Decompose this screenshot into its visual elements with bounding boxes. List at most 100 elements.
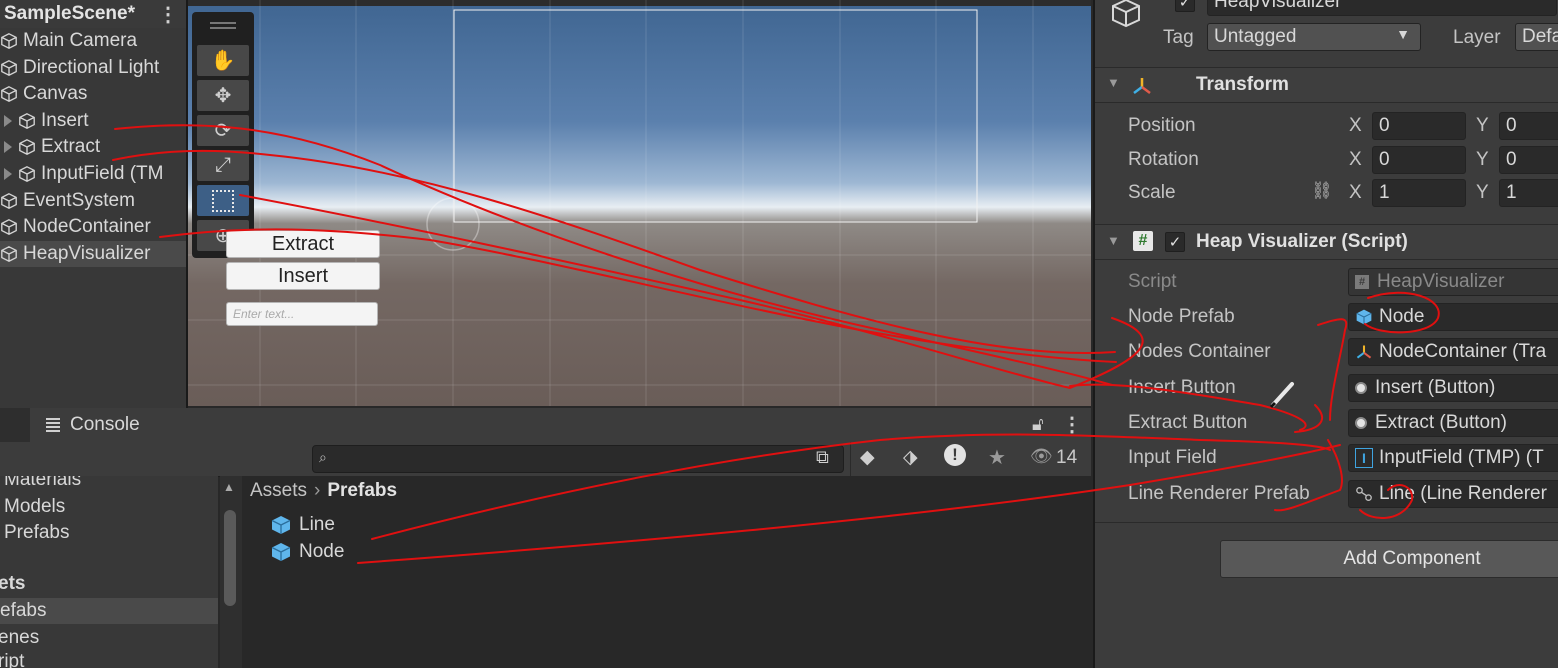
prefab-icon bbox=[1355, 308, 1379, 326]
x-axis-label[interactable]: X bbox=[1349, 182, 1362, 204]
scene-tools-overlay: ✋ ✥ ⟳ ⤢ ⊕ bbox=[192, 12, 254, 258]
warning-filter-icon[interactable]: ! bbox=[944, 444, 966, 466]
transform-x-field[interactable]: 0 bbox=[1372, 146, 1466, 174]
folder-item[interactable]: Materials bbox=[4, 476, 81, 493]
transform-y-field[interactable]: 1 bbox=[1499, 179, 1558, 207]
constrain-proportions-icon[interactable]: ⛓︎ bbox=[1311, 181, 1333, 201]
y-axis-label[interactable]: Y bbox=[1476, 182, 1489, 204]
asset-label: Line bbox=[299, 514, 335, 535]
folder-item[interactable]: efabs bbox=[0, 598, 218, 624]
asset-item[interactable]: Node bbox=[270, 539, 344, 565]
tag-dropdown[interactable]: Untagged ▼ bbox=[1207, 23, 1421, 51]
expand-arrow-icon[interactable] bbox=[4, 141, 12, 154]
transform-x-field[interactable]: 0 bbox=[1372, 112, 1466, 140]
scene-view[interactable] bbox=[188, 0, 1091, 406]
object-reference-field[interactable]: Extract (Button) bbox=[1348, 409, 1558, 437]
folder-scroll-thumb[interactable] bbox=[224, 510, 236, 606]
object-reference-field[interactable]: Line (Line Renderer bbox=[1348, 480, 1558, 508]
console-tab[interactable]: Console bbox=[36, 408, 140, 442]
hierarchy-item[interactable]: HeapVisualizer bbox=[0, 240, 186, 267]
scale-tool-button[interactable]: ⤢ bbox=[197, 150, 249, 181]
hierarchy-item-label: Main Camera bbox=[23, 30, 138, 51]
scroll-up-arrow-icon[interactable]: ▲ bbox=[223, 480, 235, 494]
script-component-header[interactable]: ▼ # ✓ Heap Visualizer (Script) bbox=[1095, 224, 1558, 260]
hierarchy-item[interactable]: NodeContainer bbox=[0, 214, 186, 240]
x-axis-label[interactable]: X bbox=[1349, 115, 1362, 137]
expand-arrow-icon[interactable] bbox=[4, 168, 12, 180]
collapse-arrow-icon[interactable]: ▼ bbox=[1107, 233, 1120, 248]
scene-input-placeholder: Enter text... bbox=[233, 307, 295, 321]
console-icon bbox=[46, 418, 60, 432]
y-axis-label[interactable]: Y bbox=[1476, 115, 1489, 137]
asset-item[interactable]: Line bbox=[270, 512, 335, 538]
hierarchy-item[interactable]: InputField (TM bbox=[0, 161, 186, 187]
expand-arrow-icon[interactable] bbox=[4, 114, 12, 127]
object-reference-value: HeapVisualizer bbox=[1377, 271, 1505, 292]
hierarchy-item-label: NodeContainer bbox=[23, 216, 151, 238]
gameobject-icon bbox=[1, 245, 17, 262]
object-reference-field[interactable]: Node bbox=[1348, 303, 1558, 331]
folder-label: ets bbox=[0, 573, 26, 594]
active-checkbox[interactable]: ✓ bbox=[1175, 0, 1195, 12]
layer-dropdown[interactable]: Defa bbox=[1515, 23, 1558, 51]
transform-row-label: Scale bbox=[1128, 182, 1176, 203]
object-reference-value: Insert (Button) bbox=[1375, 377, 1496, 398]
favorite-star-icon[interactable]: ★ bbox=[988, 445, 1006, 470]
hierarchy-item[interactable]: Extract bbox=[0, 134, 186, 160]
script-field-label: Line Renderer Prefab bbox=[1128, 483, 1310, 504]
folder-item[interactable]: Prefabs bbox=[4, 520, 69, 546]
object-reference-value: Extract (Button) bbox=[1375, 412, 1507, 433]
breadcrumb-prefabs[interactable]: Prefabs bbox=[327, 480, 397, 502]
object-name-field[interactable]: HeapVisualizer bbox=[1207, 0, 1557, 16]
scene-menu-icon[interactable]: ⋮ bbox=[158, 2, 178, 27]
breadcrumb-assets[interactable]: Assets bbox=[250, 480, 307, 502]
lock-icon[interactable]: 🔓︎ bbox=[1032, 414, 1044, 435]
transform-y-field[interactable]: 0 bbox=[1499, 146, 1558, 174]
y-axis-label[interactable]: Y bbox=[1476, 149, 1489, 171]
x-axis-label[interactable]: X bbox=[1349, 149, 1362, 171]
object-reference-field[interactable]: Insert (Button) bbox=[1348, 374, 1558, 402]
panel-menu-icon[interactable]: ⋮ bbox=[1062, 412, 1082, 437]
toolbar-drag-handle[interactable] bbox=[210, 22, 236, 24]
transform-row-label: Position bbox=[1128, 115, 1196, 136]
folder-item[interactable]: enes bbox=[0, 625, 39, 651]
script-enabled-checkbox[interactable]: ✓ bbox=[1165, 232, 1185, 252]
folder-item[interactable]: Models bbox=[4, 494, 65, 520]
hierarchy-item[interactable]: Insert bbox=[0, 108, 186, 134]
label-icon[interactable]: ⬗ bbox=[903, 446, 918, 469]
folder-item[interactable]: ets bbox=[0, 571, 25, 597]
hierarchy-item[interactable]: Canvas bbox=[0, 81, 186, 107]
object-reference-field[interactable]: I InputField (TMP) (T bbox=[1348, 444, 1558, 472]
project-search-input[interactable]: ⌕ bbox=[312, 445, 844, 473]
hidden-packages-eye-icon[interactable]: 👁︎ bbox=[1030, 446, 1053, 467]
scene-input-field[interactable]: Enter text... bbox=[226, 302, 378, 326]
hierarchy-item[interactable]: Directional Light bbox=[0, 55, 186, 81]
hierarchy-item[interactable]: Main Camera bbox=[0, 28, 186, 54]
rotate-tool-button[interactable]: ⟳ bbox=[197, 115, 249, 146]
hand-icon: ✋ bbox=[210, 50, 236, 72]
filter-by-type-icon[interactable]: ◆ bbox=[860, 446, 875, 469]
transform-header[interactable]: ▼ Transform bbox=[1095, 67, 1558, 103]
transform-y-field[interactable]: 0 bbox=[1499, 112, 1558, 140]
breadcrumb-chevron-icon: › bbox=[314, 480, 321, 501]
move-tool-button[interactable]: ✥ bbox=[197, 80, 249, 111]
add-component-button[interactable]: Add Component bbox=[1220, 540, 1558, 578]
transform-x-field[interactable]: 1 bbox=[1372, 179, 1466, 207]
hierarchy-scene-header[interactable]: SampleScene* ⋮ bbox=[0, 0, 186, 28]
folder-scrollbar[interactable]: ▲ bbox=[220, 476, 242, 668]
scene-extract-button[interactable]: Extract bbox=[226, 230, 380, 258]
hierarchy-item[interactable]: EventSystem bbox=[0, 188, 186, 214]
hierarchy-item-label: Extract bbox=[41, 136, 101, 158]
hand-tool-button[interactable]: ✋ bbox=[197, 45, 249, 76]
rect-tool-button[interactable] bbox=[197, 185, 249, 216]
scene-insert-label: Insert bbox=[277, 264, 329, 287]
object-reference-field[interactable]: NodeContainer (Tra bbox=[1348, 338, 1558, 366]
search-by-type-icon[interactable]: ⧉ bbox=[816, 447, 829, 468]
hierarchy-item-label: InputField (TM bbox=[41, 163, 164, 184]
collapse-arrow-icon[interactable]: ▼ bbox=[1107, 75, 1120, 90]
object-icon bbox=[1355, 382, 1375, 394]
project-tab-stub[interactable] bbox=[0, 408, 30, 442]
scene-insert-button[interactable]: Insert bbox=[226, 262, 380, 290]
folder-item[interactable]: ript bbox=[0, 649, 24, 668]
layer-label: Layer bbox=[1453, 27, 1501, 48]
